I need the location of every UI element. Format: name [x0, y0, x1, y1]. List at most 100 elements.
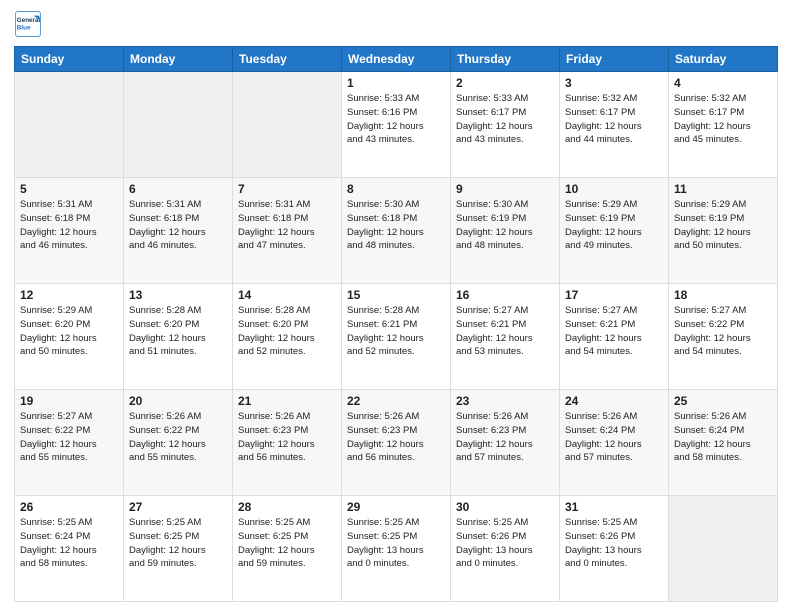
- day-number: 23: [456, 394, 554, 408]
- logo-icon: General Blue: [14, 10, 42, 38]
- calendar-cell: 16Sunrise: 5:27 AM Sunset: 6:21 PM Dayli…: [451, 284, 560, 390]
- day-number: 28: [238, 500, 336, 514]
- day-info: Sunrise: 5:29 AM Sunset: 6:20 PM Dayligh…: [20, 304, 118, 359]
- day-number: 5: [20, 182, 118, 196]
- calendar-cell: [15, 72, 124, 178]
- day-info: Sunrise: 5:29 AM Sunset: 6:19 PM Dayligh…: [565, 198, 663, 253]
- day-info: Sunrise: 5:29 AM Sunset: 6:19 PM Dayligh…: [674, 198, 772, 253]
- day-info: Sunrise: 5:28 AM Sunset: 6:20 PM Dayligh…: [129, 304, 227, 359]
- day-info: Sunrise: 5:27 AM Sunset: 6:22 PM Dayligh…: [20, 410, 118, 465]
- day-info: Sunrise: 5:26 AM Sunset: 6:23 PM Dayligh…: [456, 410, 554, 465]
- calendar-cell: 14 Sunrise: 5:28 AM Sunset: 6:20 PM Dayli…: [233, 284, 342, 390]
- day-number: 24: [565, 394, 663, 408]
- day-info: Sunrise: 5:26 AM Sunset: 6:23 PM Dayligh…: [347, 410, 445, 465]
- day-info: Sunrise: 5:32 AM Sunset: 6:17 PM Dayligh…: [565, 92, 663, 147]
- day-info: Sunrise: 5:26 AM Sunset: 6:24 PM Dayligh…: [565, 410, 663, 465]
- day-number: 6: [129, 182, 227, 196]
- day-info: Sunrise: 5:33 AM Sunset: 6:17 PM Dayligh…: [456, 92, 554, 147]
- day-info: Sunrise: 5:30 AM Sunset: 6:19 PM Dayligh…: [456, 198, 554, 253]
- day-number: 4: [674, 76, 772, 90]
- day-number: 18: [674, 288, 772, 302]
- calendar-cell: 25 Sunrise: 5:26 AM Sunset: 6:24 PM Dayli…: [669, 390, 778, 496]
- weekday-header: Saturday: [669, 47, 778, 72]
- day-info: Sunrise: 5:26 AM Sunset: 6:22 PM Dayligh…: [129, 410, 227, 465]
- calendar-cell: [669, 496, 778, 602]
- day-number: 21: [238, 394, 336, 408]
- day-number: 3: [565, 76, 663, 90]
- day-number: 17: [565, 288, 663, 302]
- day-number: 10: [565, 182, 663, 196]
- day-info: Sunrise: 5:28 AM Sunset: 6:21 PM Dayligh…: [347, 304, 445, 359]
- calendar-cell: 29 Sunrise: 5:25 AM Sunset: 6:25 PM Dayli…: [342, 496, 451, 602]
- calendar-cell: 13 Sunrise: 5:28 AM Sunset: 6:20 PM Dayli…: [124, 284, 233, 390]
- day-number: 22: [347, 394, 445, 408]
- calendar-cell: 9Sunrise: 5:30 AM Sunset: 6:19 PM Daylig…: [451, 178, 560, 284]
- day-number: 20: [129, 394, 227, 408]
- day-info: Sunrise: 5:25 AM Sunset: 6:25 PM Dayligh…: [129, 516, 227, 571]
- day-info: Sunrise: 5:30 AM Sunset: 6:18 PM Dayligh…: [347, 198, 445, 253]
- day-number: 25: [674, 394, 772, 408]
- calendar-cell: 24 Sunrise: 5:26 AM Sunset: 6:24 PM Dayli…: [560, 390, 669, 496]
- calendar-cell: 11 Sunrise: 5:29 AM Sunset: 6:19 PM Dayli…: [669, 178, 778, 284]
- calendar-cell: 30 Sunrise: 5:25 AM Sunset: 6:26 PM Dayli…: [451, 496, 560, 602]
- day-info: Sunrise: 5:28 AM Sunset: 6:20 PM Dayligh…: [238, 304, 336, 359]
- day-number: 29: [347, 500, 445, 514]
- day-number: 2: [456, 76, 554, 90]
- weekday-header: Sunday: [15, 47, 124, 72]
- calendar-cell: [124, 72, 233, 178]
- calendar-cell: 2 Sunrise: 5:33 AM Sunset: 6:17 PM Daylig…: [451, 72, 560, 178]
- calendar-cell: 15 Sunrise: 5:28 AM Sunset: 6:21 PM Dayli…: [342, 284, 451, 390]
- day-info: Sunrise: 5:25 AM Sunset: 6:26 PM Dayligh…: [456, 516, 554, 571]
- day-info: Sunrise: 5:27 AM Sunset: 6:21 PM Dayligh…: [565, 304, 663, 359]
- calendar-cell: [233, 72, 342, 178]
- calendar-cell: 28 Sunrise: 5:25 AM Sunset: 6:25 PM Dayli…: [233, 496, 342, 602]
- day-number: 11: [674, 182, 772, 196]
- day-number: 30: [456, 500, 554, 514]
- weekday-header: Thursday: [451, 47, 560, 72]
- day-info: Sunrise: 5:25 AM Sunset: 6:25 PM Dayligh…: [347, 516, 445, 571]
- day-number: 7: [238, 182, 336, 196]
- page: General Blue SundayMondayTuesdayWednesda…: [0, 0, 792, 612]
- logo: General Blue: [14, 10, 46, 38]
- header: General Blue: [14, 10, 778, 38]
- calendar-cell: 27 Sunrise: 5:25 AM Sunset: 6:25 PM Dayli…: [124, 496, 233, 602]
- day-number: 12: [20, 288, 118, 302]
- day-info: Sunrise: 5:25 AM Sunset: 6:26 PM Dayligh…: [565, 516, 663, 571]
- calendar-cell: 1 Sunrise: 5:33 AM Sunset: 6:16 PM Daylig…: [342, 72, 451, 178]
- day-number: 14: [238, 288, 336, 302]
- calendar-table: SundayMondayTuesdayWednesdayThursdayFrid…: [14, 46, 778, 602]
- day-number: 27: [129, 500, 227, 514]
- day-number: 16: [456, 288, 554, 302]
- day-number: 1: [347, 76, 445, 90]
- day-number: 15: [347, 288, 445, 302]
- calendar-cell: 22 Sunrise: 5:26 AM Sunset: 6:23 PM Dayli…: [342, 390, 451, 496]
- day-info: Sunrise: 5:32 AM Sunset: 6:17 PM Dayligh…: [674, 92, 772, 147]
- calendar-cell: 23 Sunrise: 5:26 AM Sunset: 6:23 PM Dayli…: [451, 390, 560, 496]
- calendar-cell: 19 Sunrise: 5:27 AM Sunset: 6:22 PM Dayli…: [15, 390, 124, 496]
- day-number: 19: [20, 394, 118, 408]
- calendar-cell: 17 Sunrise: 5:27 AM Sunset: 6:21 PM Dayli…: [560, 284, 669, 390]
- day-number: 13: [129, 288, 227, 302]
- weekday-header: Wednesday: [342, 47, 451, 72]
- calendar-cell: 8 Sunrise: 5:30 AM Sunset: 6:18 PM Daylig…: [342, 178, 451, 284]
- day-info: Sunrise: 5:26 AM Sunset: 6:23 PM Dayligh…: [238, 410, 336, 465]
- day-number: 31: [565, 500, 663, 514]
- day-info: Sunrise: 5:25 AM Sunset: 6:24 PM Dayligh…: [20, 516, 118, 571]
- calendar-cell: 20 Sunrise: 5:26 AM Sunset: 6:22 PM Dayli…: [124, 390, 233, 496]
- day-info: Sunrise: 5:31 AM Sunset: 6:18 PM Dayligh…: [129, 198, 227, 253]
- calendar-cell: 31 Sunrise: 5:25 AM Sunset: 6:26 PM Dayli…: [560, 496, 669, 602]
- day-info: Sunrise: 5:31 AM Sunset: 6:18 PM Dayligh…: [20, 198, 118, 253]
- day-info: Sunrise: 5:26 AM Sunset: 6:24 PM Dayligh…: [674, 410, 772, 465]
- day-info: Sunrise: 5:33 AM Sunset: 6:16 PM Dayligh…: [347, 92, 445, 147]
- calendar-cell: 5 Sunrise: 5:31 AM Sunset: 6:18 PM Daylig…: [15, 178, 124, 284]
- day-info: Sunrise: 5:25 AM Sunset: 6:25 PM Dayligh…: [238, 516, 336, 571]
- weekday-header: Tuesday: [233, 47, 342, 72]
- calendar-cell: 21 Sunrise: 5:26 AM Sunset: 6:23 PM Dayli…: [233, 390, 342, 496]
- weekday-header: Friday: [560, 47, 669, 72]
- calendar-cell: 7Sunrise: 5:31 AM Sunset: 6:18 PM Daylig…: [233, 178, 342, 284]
- day-info: Sunrise: 5:27 AM Sunset: 6:22 PM Dayligh…: [674, 304, 772, 359]
- calendar-cell: 10 Sunrise: 5:29 AM Sunset: 6:19 PM Dayli…: [560, 178, 669, 284]
- day-number: 8: [347, 182, 445, 196]
- calendar-cell: 4 Sunrise: 5:32 AM Sunset: 6:17 PM Daylig…: [669, 72, 778, 178]
- day-number: 26: [20, 500, 118, 514]
